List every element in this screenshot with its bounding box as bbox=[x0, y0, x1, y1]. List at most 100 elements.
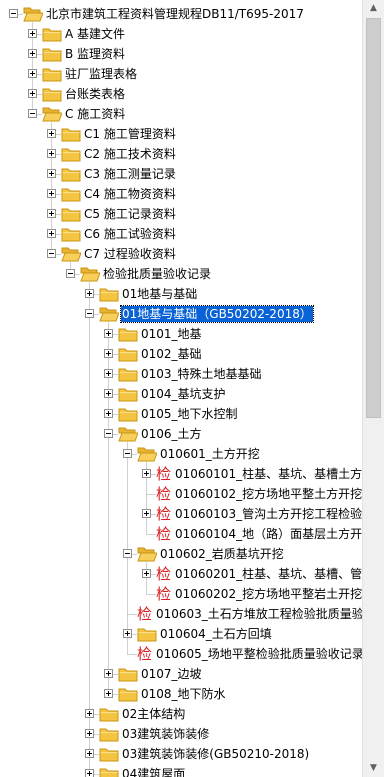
tree-node-label[interactable]: 010605_场地平整检验批质量验收记录 bbox=[155, 646, 362, 662]
expand-icon[interactable] bbox=[47, 149, 56, 158]
tree-node[interactable]: C4 施工物资资料 bbox=[0, 184, 362, 204]
tree-node[interactable]: 0106_土方 bbox=[0, 424, 362, 444]
tree-node[interactable]: 检验批质量验收记录 bbox=[0, 264, 362, 284]
expand-icon[interactable] bbox=[104, 349, 113, 358]
tree-node-label[interactable]: 01060103_管沟土方开挖工程检验批 bbox=[174, 506, 362, 522]
tree-node-label[interactable]: 0106_土方 bbox=[140, 426, 203, 442]
tree-node-label[interactable]: 检验批质量验收记录 bbox=[102, 266, 212, 282]
expand-icon[interactable] bbox=[28, 49, 37, 58]
tree-node-label[interactable]: 03建筑装饰装修(GB50210-2018) bbox=[121, 746, 310, 762]
tree-node[interactable]: 0107_边坡 bbox=[0, 664, 362, 684]
expand-icon[interactable] bbox=[47, 209, 56, 218]
expand-icon[interactable] bbox=[142, 469, 151, 478]
tree-node[interactable]: C2 施工技术资料 bbox=[0, 144, 362, 164]
tree-node[interactable]: 检 01060103_管沟土方开挖工程检验批 bbox=[0, 504, 362, 524]
tree-node-label[interactable]: 0104_基坑支护 bbox=[140, 386, 227, 402]
tree-node[interactable]: 03建筑装饰装修(GB50210-2018) bbox=[0, 744, 362, 764]
expand-icon[interactable] bbox=[123, 629, 132, 638]
tree-node-label[interactable]: C3 施工测量记录 bbox=[83, 166, 177, 182]
tree-node-label[interactable]: 0103_特殊土地基基础 bbox=[140, 366, 263, 382]
tree-node[interactable]: C5 施工记录资料 bbox=[0, 204, 362, 224]
tree-node[interactable]: 北京市建筑工程资料管理规程DB11/T695-2017 bbox=[0, 4, 362, 24]
tree-node-label[interactable]: 010603_土石方堆放工程检验批质量验 bbox=[155, 606, 362, 622]
expand-icon[interactable] bbox=[85, 749, 94, 758]
tree-node[interactable]: 0102_基础 bbox=[0, 344, 362, 364]
tree-node-label[interactable]: 0101_地基 bbox=[140, 326, 203, 342]
tree-node[interactable]: 检 010605_场地平整检验批质量验收记录 bbox=[0, 644, 362, 664]
expand-icon[interactable] bbox=[28, 69, 37, 78]
tree-node-label[interactable]: 010601_土方开挖 bbox=[159, 446, 261, 462]
expand-icon[interactable] bbox=[104, 689, 113, 698]
tree-view[interactable]: 北京市建筑工程资料管理规程DB11/T695-2017 A 基建文件 B 监理资… bbox=[0, 0, 362, 777]
expand-icon[interactable] bbox=[47, 189, 56, 198]
expand-icon[interactable] bbox=[85, 769, 94, 777]
tree-node[interactable]: 检 01060201_柱基、基坑、基槽、管沟 bbox=[0, 564, 362, 584]
tree-node[interactable]: C 施工资料 bbox=[0, 104, 362, 124]
tree-node[interactable]: 04建筑屋面 bbox=[0, 764, 362, 777]
tree-node-label[interactable]: 01地基与基础（GB50202-2018） bbox=[120, 305, 314, 323]
tree-node[interactable]: 010602_岩质基坑开挖 bbox=[0, 544, 362, 564]
expand-icon[interactable] bbox=[142, 509, 151, 518]
expand-icon[interactable] bbox=[104, 409, 113, 418]
tree-node-label[interactable]: 0108_地下防水 bbox=[140, 686, 227, 702]
tree-node-label[interactable]: 台账类表格 bbox=[64, 86, 126, 102]
tree-node[interactable]: 0103_特殊土地基基础 bbox=[0, 364, 362, 384]
collapse-icon[interactable] bbox=[9, 9, 18, 18]
tree-node[interactable]: 03建筑装饰装修 bbox=[0, 724, 362, 744]
collapse-icon[interactable] bbox=[85, 309, 94, 318]
tree-node-label[interactable]: 03建筑装饰装修 bbox=[121, 726, 210, 742]
tree-node[interactable]: 010601_土方开挖 bbox=[0, 444, 362, 464]
tree-node[interactable]: 台账类表格 bbox=[0, 84, 362, 104]
collapse-icon[interactable] bbox=[66, 269, 75, 278]
tree-node-label[interactable]: 01地基与基础 bbox=[121, 286, 198, 302]
tree-node-label[interactable]: C6 施工试验资料 bbox=[83, 226, 177, 242]
tree-node-label[interactable]: C 施工资料 bbox=[64, 106, 126, 122]
expand-icon[interactable] bbox=[47, 229, 56, 238]
expand-icon[interactable] bbox=[28, 29, 37, 38]
tree-node-label[interactable]: 010604_土石方回填 bbox=[159, 626, 273, 642]
vertical-scrollbar[interactable]: ▲ ▼ bbox=[362, 0, 384, 777]
expand-icon[interactable] bbox=[47, 129, 56, 138]
expand-icon[interactable] bbox=[85, 729, 94, 738]
tree-node[interactable]: 0108_地下防水 bbox=[0, 684, 362, 704]
tree-node[interactable]: C7 过程验收资料 bbox=[0, 244, 362, 264]
tree-node-label[interactable]: C2 施工技术资料 bbox=[83, 146, 177, 162]
tree-node[interactable]: 检 01060101_柱基、基坑、基槽土方开 bbox=[0, 464, 362, 484]
tree-node[interactable]: 0104_基坑支护 bbox=[0, 384, 362, 404]
tree-node[interactable]: C6 施工试验资料 bbox=[0, 224, 362, 244]
tree-node-label[interactable]: 0102_基础 bbox=[140, 346, 203, 362]
expand-icon[interactable] bbox=[28, 89, 37, 98]
tree-node[interactable]: 驻厂监理表格 bbox=[0, 64, 362, 84]
tree-node-label[interactable]: 0107_边坡 bbox=[140, 666, 203, 682]
tree-node[interactable]: B 监理资料 bbox=[0, 44, 362, 64]
collapse-icon[interactable] bbox=[123, 449, 132, 458]
tree-node-label[interactable]: 04建筑屋面 bbox=[121, 766, 186, 777]
tree-node[interactable]: C1 施工管理资料 bbox=[0, 124, 362, 144]
tree-node-label[interactable]: 0105_地下水控制 bbox=[140, 406, 239, 422]
tree-node[interactable]: 0105_地下水控制 bbox=[0, 404, 362, 424]
tree-node-label[interactable]: 北京市建筑工程资料管理规程DB11/T695-2017 bbox=[45, 6, 305, 22]
expand-icon[interactable] bbox=[142, 569, 151, 578]
tree-node-label[interactable]: 01060102_挖方场地平整土方开挖工 bbox=[174, 486, 362, 502]
tree-node-label[interactable]: 01060101_柱基、基坑、基槽土方开 bbox=[174, 466, 362, 482]
tree-node-label[interactable]: 01060104_地（路）面基层土方开挖 bbox=[174, 526, 362, 542]
tree-node[interactable]: 检 01060202_挖方场地平整岩土开挖工 bbox=[0, 584, 362, 604]
tree-node[interactable]: 0101_地基 bbox=[0, 324, 362, 344]
tree-node[interactable]: 010604_土石方回填 bbox=[0, 624, 362, 644]
tree-node-label[interactable]: C7 过程验收资料 bbox=[83, 246, 177, 262]
tree-node-label[interactable]: 01060201_柱基、基坑、基槽、管沟 bbox=[174, 566, 362, 582]
tree-node[interactable]: 01地基与基础（GB50202-2018） bbox=[0, 304, 362, 324]
collapse-icon[interactable] bbox=[47, 249, 56, 258]
expand-icon[interactable] bbox=[104, 389, 113, 398]
tree-node[interactable]: 02主体结构 bbox=[0, 704, 362, 724]
tree-node-label[interactable]: C4 施工物资资料 bbox=[83, 186, 177, 202]
tree-node-label[interactable]: A 基建文件 bbox=[64, 26, 126, 42]
collapse-icon[interactable] bbox=[104, 429, 113, 438]
expand-icon[interactable] bbox=[104, 329, 113, 338]
expand-icon[interactable] bbox=[85, 289, 94, 298]
expand-icon[interactable] bbox=[104, 669, 113, 678]
tree-node[interactable]: 检 01060104_地（路）面基层土方开挖 bbox=[0, 524, 362, 544]
tree-node-label[interactable]: C5 施工记录资料 bbox=[83, 206, 177, 222]
tree-node-label[interactable]: 02主体结构 bbox=[121, 706, 186, 722]
tree-node-label[interactable]: 驻厂监理表格 bbox=[64, 66, 138, 82]
